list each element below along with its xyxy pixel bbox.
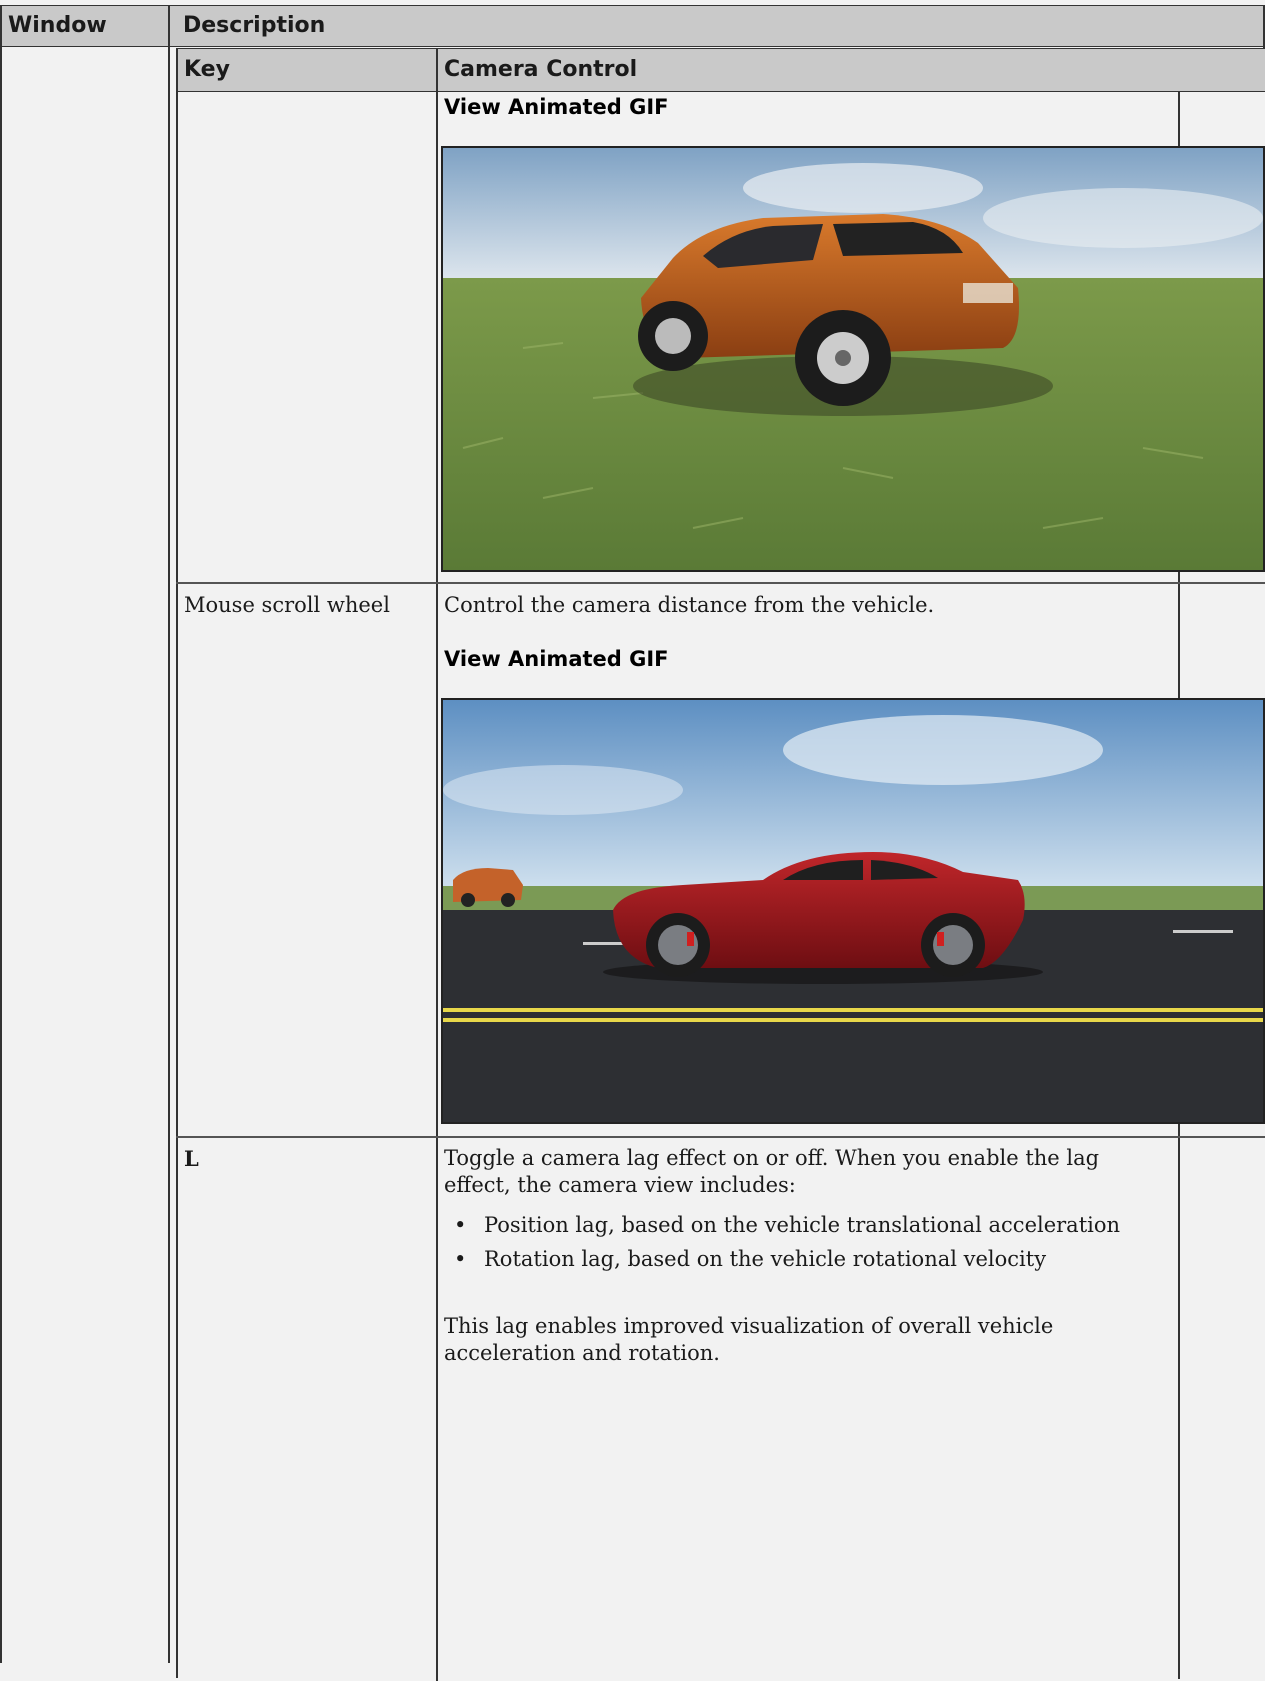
inner-table-header-row xyxy=(176,48,1265,92)
outer-left-border xyxy=(0,5,2,1663)
list-item: Position lag, based on the vehicle trans… xyxy=(444,1212,1184,1239)
column-header-description: Description xyxy=(183,13,326,38)
suv-on-grass-image xyxy=(441,146,1265,572)
key-mouse-scroll-wheel: Mouse scroll wheel xyxy=(184,593,390,617)
scroll-wheel-description: Control the camera distance from the veh… xyxy=(444,593,935,617)
row-separator-2 xyxy=(176,1136,1265,1138)
row-separator-1 xyxy=(176,582,1265,584)
lag-effect-footer: This lag enables improved visualization … xyxy=(444,1314,1054,1365)
key-l: L xyxy=(184,1146,199,1171)
list-item: Rotation lag, based on the vehicle rotat… xyxy=(444,1246,1184,1273)
outer-column-divider xyxy=(168,5,170,1663)
inner-left-border xyxy=(176,48,178,1678)
lag-effects-list: Position lag, based on the vehicle trans… xyxy=(444,1212,1184,1280)
inner-column-divider xyxy=(436,48,438,1681)
view-animated-gif-link-1[interactable]: View Animated GIF xyxy=(444,95,669,119)
column-header-window: Window xyxy=(8,13,107,38)
red-car-on-road-image xyxy=(441,698,1265,1124)
column-header-key: Key xyxy=(184,57,230,82)
lag-effect-description: Toggle a camera lag effect on or off. Wh… xyxy=(444,1146,1100,1197)
view-animated-gif-link-2[interactable]: View Animated GIF xyxy=(444,647,669,671)
column-header-camera-control: Camera Control xyxy=(444,57,638,82)
